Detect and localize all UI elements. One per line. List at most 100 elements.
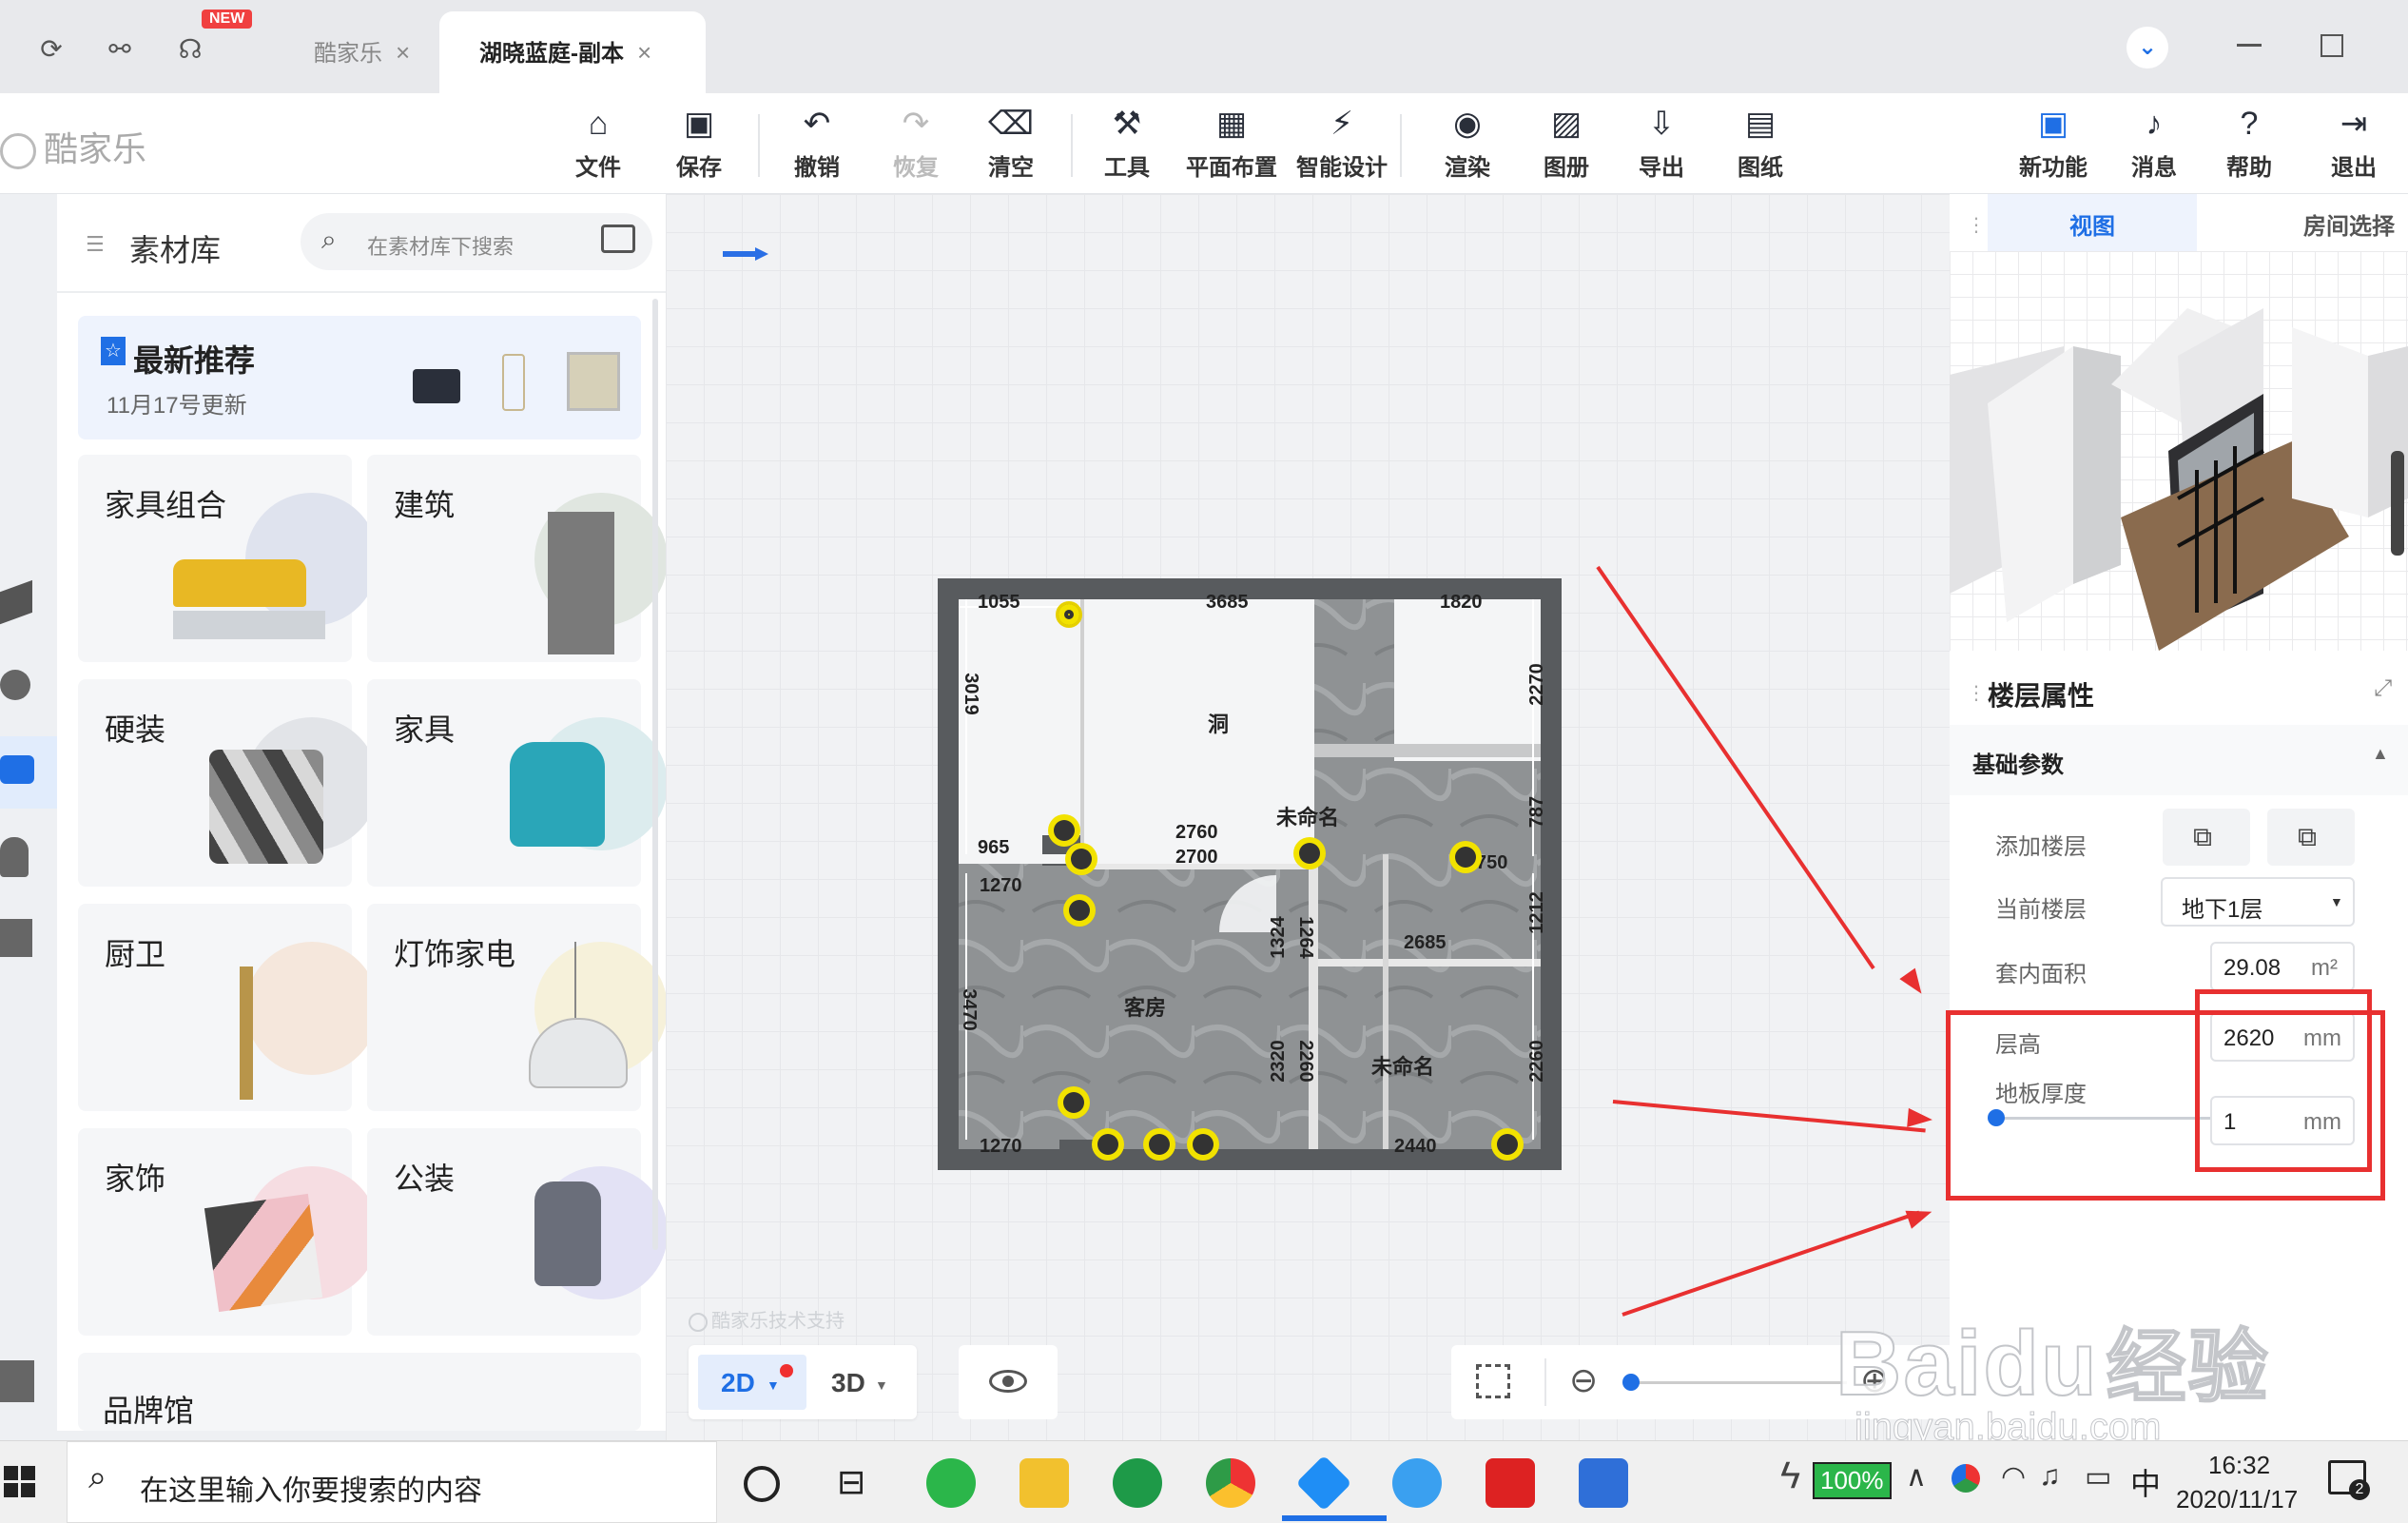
close-icon[interactable]: × — [396, 38, 410, 67]
save-button[interactable]: ▣ 保存 — [647, 105, 751, 182]
chrome-icon[interactable] — [1206, 1458, 1255, 1508]
preview-scroll-handle[interactable] — [2391, 451, 2404, 556]
evernote-icon[interactable] — [1113, 1458, 1162, 1508]
zoom-slider-thumb[interactable] — [1622, 1374, 1640, 1391]
collapse-icon[interactable]: ▲ — [2372, 744, 2389, 764]
marker-dot[interactable] — [1097, 1134, 1118, 1155]
category-lighting[interactable]: 灯饰家电 — [367, 904, 668, 1111]
undo-button[interactable]: ↶ 撤销 — [765, 105, 869, 182]
layout-button[interactable]: ▦ 平面布置 — [1179, 105, 1284, 182]
room-label[interactable]: 洞 — [1208, 708, 1229, 738]
user-icon[interactable] — [0, 837, 29, 877]
file-explorer-icon[interactable] — [1020, 1458, 1069, 1508]
ime-indicator[interactable]: 中 — [2130, 1460, 2161, 1504]
marker-dot[interactable] — [1056, 601, 1082, 628]
windows-start-icon[interactable] — [4, 1466, 36, 1498]
category-commercial[interactable]: 公装 — [367, 1128, 668, 1336]
clock-time[interactable]: 16:32 — [2208, 1451, 2270, 1480]
chevron-down-icon[interactable]: ⌄ — [2126, 27, 2168, 68]
expand-icon[interactable]: ⤢ — [2374, 675, 2392, 702]
clear-button[interactable]: ⌫ 清空 — [959, 105, 1063, 182]
headset-icon[interactable]: ☊ — [167, 27, 213, 72]
category-furniture[interactable]: 家具 — [367, 679, 668, 887]
task-view-icon[interactable]: ⊟ — [837, 1462, 865, 1502]
current-floor-select[interactable]: 地下1层 ▼ — [2161, 877, 2355, 927]
drag-handle-icon[interactable]: ⋮ — [1967, 681, 1986, 705]
layer-icon[interactable] — [0, 579, 32, 625]
export-button[interactable]: ⇩ 导出 — [1609, 105, 1714, 182]
tab-view[interactable]: 视图 — [1988, 194, 2197, 251]
search-input[interactable]: 在素材库下搜索 — [367, 230, 514, 261]
category-kitchen-bath[interactable]: 厨卫 — [78, 904, 379, 1111]
room-label[interactable]: 未命名 — [1276, 801, 1339, 831]
category-building[interactable]: 建筑 — [367, 455, 668, 662]
link-icon[interactable]: ⚯ — [97, 27, 143, 72]
zoom-out-icon[interactable]: ⊖ — [1569, 1360, 1598, 1400]
new-feature-button[interactable]: ▣ 新功能 — [2001, 105, 2106, 182]
library-search-box[interactable]: ⌕ 在素材库下搜索 — [301, 213, 652, 270]
album-button[interactable]: ▨ 图册 — [1514, 105, 1619, 182]
tray-app-icon[interactable] — [1952, 1464, 1980, 1493]
wifi-icon[interactable]: ◠ — [2001, 1460, 2026, 1494]
network-icon[interactable]: ▭ — [2085, 1460, 2111, 1494]
visibility-button[interactable] — [959, 1345, 1058, 1419]
restore-icon[interactable] — [2321, 34, 2343, 57]
minimize-icon[interactable] — [2237, 44, 2262, 47]
category-furniture-set[interactable]: 家具组合 — [78, 455, 379, 662]
photos-icon[interactable] — [1579, 1458, 1628, 1508]
close-icon[interactable]: × — [637, 38, 651, 67]
help-button[interactable]: ? 帮助 — [2197, 105, 2301, 182]
add-floor-below-button[interactable]: ⧉ — [2267, 809, 2355, 866]
category-hard-decor[interactable]: 硬装 — [78, 679, 379, 887]
category-home-decor[interactable]: 家饰 — [78, 1128, 379, 1336]
mode-3d-button[interactable]: 3D ▼ — [822, 1355, 907, 1410]
taskbar-search-box[interactable]: ⌕ 在这里输入你要搜索的内容 — [67, 1441, 717, 1523]
autocad-icon[interactable] — [1486, 1458, 1535, 1508]
design-canvas[interactable]: 1055 3685 1820 3019 2270 965 2760 2700 1… — [666, 194, 1950, 1440]
marker-dot[interactable] — [1054, 820, 1075, 841]
3d-preview[interactable] — [1950, 251, 2408, 651]
smart-design-button[interactable]: ⚡ 智能设计 — [1290, 105, 1394, 182]
sidebar-item-library[interactable] — [0, 736, 57, 809]
wechat-icon[interactable] — [926, 1458, 976, 1508]
marker-dot[interactable] — [1497, 1134, 1518, 1155]
messages-button[interactable]: ♪ 消息 — [2102, 105, 2206, 182]
tools-button[interactable]: ⚒ 工具 — [1075, 105, 1179, 182]
drag-handle-icon[interactable]: ⋮ — [1967, 213, 1986, 237]
zoom-slider-track[interactable] — [1628, 1381, 1847, 1384]
marker-dot[interactable] — [1069, 900, 1090, 921]
refresh-icon[interactable]: ⟳ — [29, 27, 74, 72]
marker-dot[interactable] — [1071, 849, 1092, 869]
room-label[interactable]: 未命名 — [1371, 1050, 1434, 1081]
marker-dot[interactable] — [1149, 1134, 1170, 1155]
library-scrollbar[interactable] — [652, 299, 658, 1250]
tab-current-project[interactable]: 湖晓蓝庭-副本 × — [439, 11, 706, 93]
taskbar-search-input[interactable]: 在这里输入你要搜索的内容 — [140, 1467, 482, 1509]
bulb-icon[interactable] — [0, 670, 30, 700]
mode-2d-button[interactable]: 2D ▼ — [698, 1355, 806, 1410]
file-button[interactable]: ⌂ 文件 — [546, 105, 651, 182]
render-button[interactable]: ◉ 渲染 — [1415, 105, 1520, 182]
add-floor-above-button[interactable]: ⧉ — [2163, 809, 2250, 866]
floor-plan[interactable]: 1055 3685 1820 3019 2270 965 2760 2700 1… — [938, 578, 1562, 1170]
chevron-up-icon[interactable]: ∧ — [1906, 1460, 1927, 1494]
menu-icon[interactable] — [0, 1360, 34, 1402]
camera-search-icon[interactable] — [601, 225, 635, 253]
exit-button[interactable]: ⇥ 退出 — [2301, 105, 2406, 182]
battery-indicator[interactable]: 100% — [1813, 1462, 1892, 1499]
marker-dot[interactable] — [1455, 847, 1476, 868]
cortana-icon[interactable] — [744, 1466, 780, 1502]
cabinet-icon[interactable] — [0, 919, 32, 957]
marker-dot[interactable] — [1193, 1134, 1214, 1155]
basic-params-header[interactable]: 基础参数 ▲ — [1950, 725, 2408, 795]
tab-kujiale[interactable]: 酷家乐 × — [314, 11, 437, 93]
clock-date[interactable]: 2020/11/17 — [2176, 1485, 2298, 1514]
volume-icon[interactable]: ♫ — [2039, 1460, 2061, 1493]
featured-card[interactable]: ☆ 最新推荐 11月17号更新 — [78, 316, 641, 439]
room-label[interactable]: 客房 — [1124, 991, 1166, 1022]
fit-view-icon[interactable] — [1476, 1364, 1510, 1398]
marker-dot[interactable] — [1063, 1092, 1084, 1113]
tab-room-select[interactable]: 房间选择 — [2197, 194, 2408, 251]
drawings-button[interactable]: ▤ 图纸 — [1708, 105, 1813, 182]
chat-app-icon[interactable] — [1392, 1458, 1442, 1508]
